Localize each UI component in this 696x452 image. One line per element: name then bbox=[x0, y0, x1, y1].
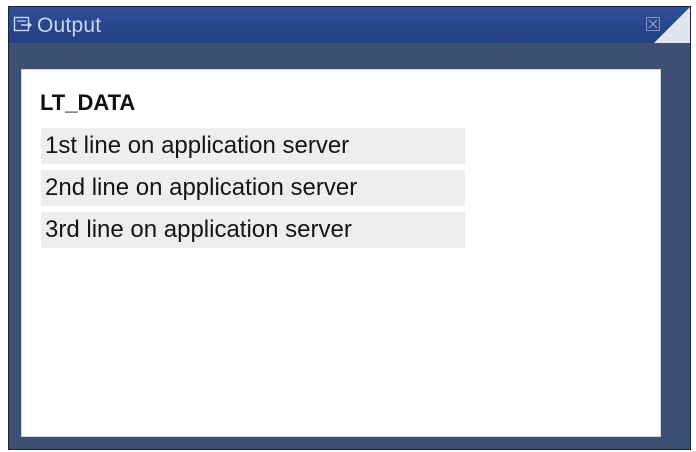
window-title: Output bbox=[37, 14, 102, 37]
titlebar-corner bbox=[654, 7, 690, 43]
data-line: 1st line on application server bbox=[41, 128, 465, 164]
data-line: 3rd line on application server bbox=[41, 212, 465, 248]
output-content-area: LT_DATA 1st line on application server 2… bbox=[21, 69, 661, 437]
output-window-icon bbox=[13, 16, 33, 34]
output-window: Output LT_DATA 1st line on application s… bbox=[8, 6, 691, 450]
data-line-list: 1st line on application server 2nd line … bbox=[41, 128, 465, 254]
data-line: 2nd line on application server bbox=[41, 170, 465, 206]
window-titlebar[interactable]: Output bbox=[9, 7, 690, 43]
window-body: LT_DATA 1st line on application server 2… bbox=[9, 43, 690, 449]
table-name-heading: LT_DATA bbox=[40, 90, 136, 115]
